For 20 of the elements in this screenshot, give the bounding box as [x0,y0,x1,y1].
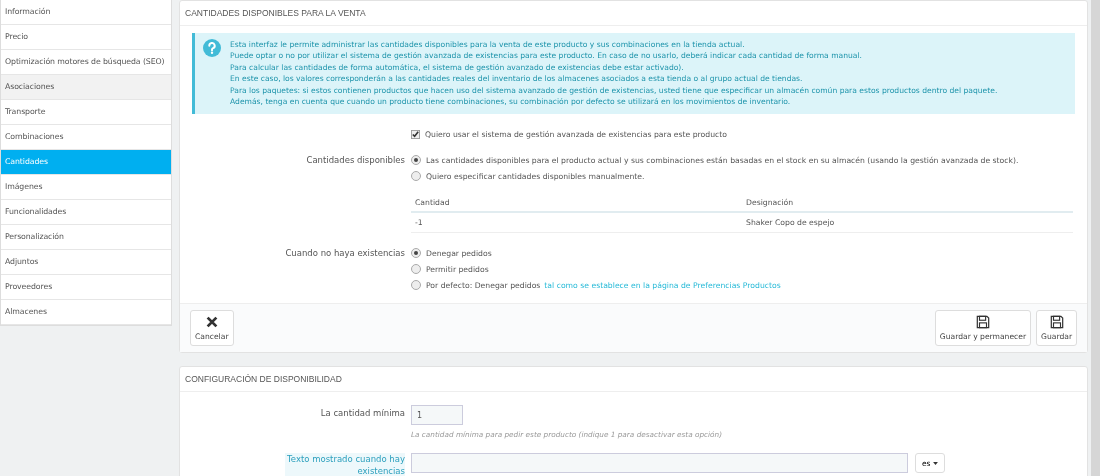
scrollbar[interactable] [1091,0,1100,476]
panel-title: CANTIDADES DISPONIBLES PARA LA VENTA [180,1,1087,26]
radio-button[interactable] [411,248,421,259]
field-label: La cantidad mínima [319,407,406,421]
radio-button[interactable] [411,264,421,275]
field-label: Texto mostrado cuando hay existencias [285,453,405,476]
field-label: Cantidades disponibles [305,154,406,168]
close-icon [204,315,219,330]
radio-button[interactable] [411,155,421,166]
field-label: Cuando no haya existencias [284,247,406,261]
help-icon [203,39,221,57]
radio-button[interactable] [411,171,421,182]
save-icon [1049,315,1064,330]
checkbox[interactable] [411,129,420,139]
caret-icon [932,461,938,465]
save-icon [975,315,990,330]
input-field[interactable]: 1 [411,405,463,426]
radio-button[interactable] [411,280,421,291]
panel-title: CONFIGURACIÓN DE DISPONIBILIDAD [180,367,1087,393]
input-field[interactable] [411,453,908,474]
